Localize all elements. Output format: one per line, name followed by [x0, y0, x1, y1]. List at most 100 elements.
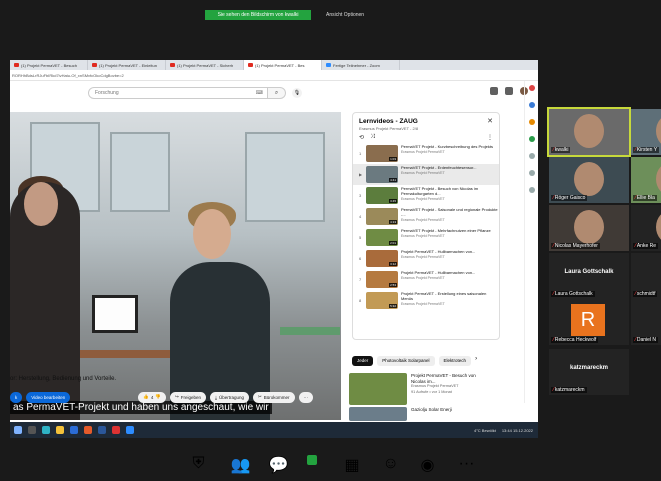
- lab-table: [80, 350, 180, 358]
- more-icon[interactable]: ···: [459, 455, 475, 472]
- playlist-thumbnail[interactable]: 4:13: [366, 208, 398, 225]
- shuffle-icon[interactable]: ⤨: [370, 134, 375, 141]
- participant-tile[interactable]: ⁄Ellie Bla: [631, 157, 661, 203]
- participant-tile[interactable]: ⁄Anke Re: [631, 205, 661, 251]
- thumbs-down-icon[interactable]: 👎: [155, 394, 161, 400]
- share-screen-icon[interactable]: [306, 455, 317, 465]
- participant-tile[interactable]: ⁄Nicolas Mayerhofer: [549, 205, 629, 251]
- browser-tab-4[interactable]: (1) Projekt PermaVET - Bes: [244, 60, 322, 70]
- chat-icon[interactable]: 💬: [269, 455, 289, 474]
- video-actions: k Video bearbeiten 👍 4 👎 ↪ Freigeben ⤓ Übert…: [10, 390, 341, 404]
- playlist-item[interactable]: 8 5:32 Projekt PermaVET - Erstellung eines…: [353, 290, 499, 311]
- playlist-item[interactable]: 1 1:03 PermaVET Projekt - Kurzbeschreibung…: [353, 143, 499, 164]
- participant-tile[interactable]: ⁄Röger Gaisco: [549, 157, 629, 203]
- chip-all[interactable]: Jeder: [352, 356, 374, 366]
- screen-share-banner[interactable]: Sie sehen den Bildschirm von kwalki: [205, 10, 311, 20]
- loop-icon[interactable]: ⟲: [359, 134, 364, 141]
- system-tray: 4°C Bewölkt 13:44 15.12.2022: [474, 428, 538, 433]
- participant-tile[interactable]: ⁄Kirsten Y: [631, 109, 661, 155]
- start-icon[interactable]: [14, 426, 22, 434]
- chip-elektrotech[interactable]: Elektrotech: [438, 356, 472, 366]
- record-icon[interactable]: ◉: [421, 455, 435, 474]
- playlist-item[interactable]: 3 3:45 PermaVET Projekt - Besuch von Nicol…: [353, 185, 499, 206]
- recommended-thumbnail[interactable]: [349, 373, 407, 405]
- playlist-item[interactable]: 7 2:53 Projekt PermaVET - Hullbarmachen vo…: [353, 269, 499, 290]
- playlist-thumbnail[interactable]: 2:01: [366, 229, 398, 246]
- participant-name-text: Laura Gottschalk: [554, 291, 593, 297]
- recommended-title: Projekt PermaVET - Besuch von Nicolas im…: [411, 373, 476, 384]
- playlist-thumbnail[interactable]: 3:45: [366, 187, 398, 204]
- playlist-thumbnail[interactable]: 5:32: [366, 292, 398, 309]
- playlist-thumbnail[interactable]: 1:03: [366, 145, 398, 162]
- folder-icon[interactable]: [56, 426, 64, 434]
- sidebar-icon[interactable]: [528, 85, 535, 91]
- download-button[interactable]: ⤓ Übertragung: [209, 391, 250, 403]
- search-icon[interactable]: [28, 426, 36, 434]
- playlist-item[interactable]: 4 4:13 PermaVET Projekt - Saisonale und re…: [353, 206, 499, 227]
- playlist-thumbnail[interactable]: 3:12: [366, 250, 398, 267]
- sidebar-icon[interactable]: [528, 119, 535, 125]
- participant-tile[interactable]: R ⁄Rebecca Heckwolf: [549, 299, 629, 345]
- playlist-thumbnail[interactable]: 4:41: [366, 166, 398, 183]
- address-bar[interactable]: RORHhBdsLrRJuFbIRkd7ivHatu-Of_xnSMvfcOko…: [10, 70, 538, 81]
- microphone-icon[interactable]: 🎙: [292, 88, 302, 98]
- playlist-item-title: Projekt PermaVET - Erstellung eines sais…: [401, 292, 487, 301]
- like-button[interactable]: 👍 4 👎: [138, 391, 166, 403]
- keyboard-icon[interactable]: ⌨: [256, 88, 263, 98]
- playlist-item-title: PermaVET Projekt - Erdenfeuchtesensor...: [401, 166, 477, 170]
- playlist-item[interactable]: 5 2:01 PermaVET Projekt - Mehrfachnutzen e…: [353, 227, 499, 248]
- participant-name: ⁄schmidtf: [633, 291, 658, 297]
- sidebar-icon[interactable]: [528, 170, 535, 176]
- outlook-icon[interactable]: [70, 426, 78, 434]
- muted-mic-icon: ⁄: [553, 147, 554, 153]
- browser-tab-3[interactable]: (1) Projekt PermaVET - Sicherh: [166, 60, 244, 70]
- playlist-thumbnail[interactable]: 2:53: [366, 271, 398, 288]
- recommended-video[interactable]: Gaziolju Solar Enerji: [349, 407, 491, 421]
- sidebar-icon[interactable]: [528, 153, 535, 159]
- clock[interactable]: 13:44 15.12.2022: [502, 428, 533, 433]
- chevron-right-icon[interactable]: ›: [475, 356, 477, 366]
- add-icon[interactable]: [528, 187, 535, 193]
- chip-photovoltaik[interactable]: Photovoltaik Solarpanel: [377, 356, 435, 366]
- recommended-thumbnail[interactable]: [349, 407, 407, 421]
- clip-button[interactable]: ✂ Bürokommer: [253, 391, 295, 403]
- lab-monitor: [92, 295, 138, 333]
- search-button[interactable]: ⌕: [268, 87, 286, 99]
- notifications-icon[interactable]: [505, 87, 513, 95]
- acrobat-icon[interactable]: [112, 426, 120, 434]
- participant-tile[interactable]: Laura Gottschalk ⁄Laura Gottschalk: [549, 253, 629, 299]
- search-input[interactable]: Forschung ⌨: [88, 87, 268, 99]
- more-vert-icon[interactable]: ⋮: [487, 134, 493, 141]
- apps-icon[interactable]: ▦: [345, 455, 360, 474]
- playlist-item[interactable]: 6 3:12 Projekt PermaVET - Hullbarmachen vo…: [353, 248, 499, 269]
- edit-video-button[interactable]: Video bearbeiten: [26, 391, 71, 403]
- participant-display-name: Laura Gottschalk: [564, 269, 614, 275]
- playlist-item[interactable]: ▶ 4:41 PermaVET Projekt - Erdenfeuchtesens…: [353, 164, 499, 185]
- browser-tab-5[interactable]: Fertige Teilnehmer - Zoom: [322, 60, 400, 70]
- create-icon[interactable]: [490, 87, 498, 95]
- sidebar-icon[interactable]: [528, 136, 535, 142]
- powerpoint-icon[interactable]: [84, 426, 92, 434]
- reactions-icon[interactable]: ☺: [383, 455, 399, 472]
- browser-tab-1[interactable]: (1) Projekt PermaVET - Besuch: [10, 60, 88, 70]
- browser-tab-2[interactable]: (1) Projekt PermaVET - Einleitun: [88, 60, 166, 70]
- participant-tile[interactable]: Dan ⁄Daniel N: [631, 299, 661, 345]
- word-icon[interactable]: [98, 426, 106, 434]
- video-player[interactable]: as PermaVET-Projekt und haben uns angesc…: [10, 112, 341, 420]
- zoom-icon[interactable]: [126, 426, 134, 434]
- participant-tile[interactable]: ⁄kwalki: [547, 107, 631, 157]
- more-button[interactable]: ···: [298, 391, 314, 403]
- recommended-video[interactable]: Projekt PermaVET - Besuch von Nicolas im…: [349, 373, 491, 405]
- subscribe-button[interactable]: k: [10, 391, 23, 403]
- security-icon[interactable]: ⛨: [193, 455, 205, 472]
- playlist-item-text: PermaVET Projekt - Besuch von Nicolas im…: [401, 187, 499, 204]
- share-button[interactable]: ↪ Freigeben: [169, 391, 206, 403]
- clock-time: 13:44: [501, 427, 512, 433]
- close-icon[interactable]: ✕: [487, 117, 493, 125]
- sidebar-icon[interactable]: [528, 102, 535, 108]
- edge-icon[interactable]: [42, 426, 50, 434]
- participant-tile[interactable]: sc ⁄schmidtf: [631, 253, 661, 299]
- participant-tile[interactable]: katzmareckm ⁄katzmareckm: [549, 349, 629, 395]
- participants-icon[interactable]: 👥: [231, 455, 251, 474]
- view-options-button[interactable]: Ansicht Optionen: [326, 10, 378, 20]
